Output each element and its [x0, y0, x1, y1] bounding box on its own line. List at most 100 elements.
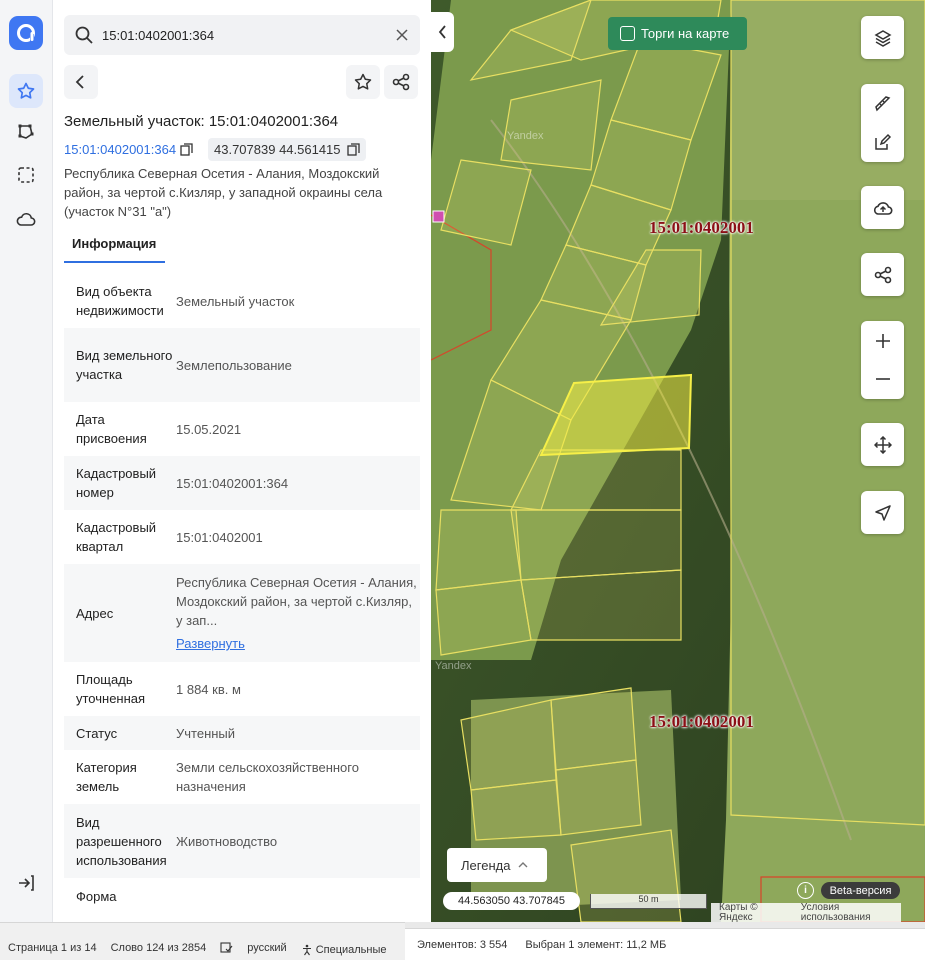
row-key: Форма: [76, 888, 117, 904]
table-row: Форма: [64, 878, 420, 914]
object-address: Республика Северная Осетия - Алания, Моз…: [64, 166, 383, 219]
elements-count: Элементов: 3 554: [417, 938, 508, 951]
language-indicator[interactable]: русский: [247, 942, 286, 957]
table-row: Категория земель Земли сельскохозяйствен…: [64, 750, 420, 804]
cloud-upload-icon: [873, 201, 892, 215]
locate-button[interactable]: [861, 491, 904, 534]
ruler-button[interactable]: [861, 84, 904, 124]
table-row: Адрес Республика Северная Осетия - Алани…: [64, 564, 420, 662]
selection-info: Выбран 1 элемент: 11,2 МБ: [525, 938, 667, 951]
chevron-up-icon: [518, 862, 528, 868]
word-counter[interactable]: Слово 124 из 2854: [111, 942, 207, 957]
logout-icon: [19, 875, 34, 891]
spellcheck-icon[interactable]: [220, 942, 233, 957]
yandex-watermark: Yandex: [507, 130, 544, 142]
ruler-icon: [874, 96, 890, 112]
copy-icon[interactable]: [346, 143, 360, 156]
app-logo-icon[interactable]: [9, 16, 43, 50]
left-rail: [0, 0, 53, 922]
address-value: Республика Северная Осетия - Алания, Моз…: [176, 575, 417, 628]
row-value: Республика Северная Осетия - Алания, Моз…: [176, 573, 420, 653]
row-value: 15:01:0402001:364: [176, 475, 289, 491]
row-value: Учтенный: [176, 725, 236, 741]
map-view[interactable]: Торги на карте 15:01:0402001 15:01:04020…: [431, 0, 925, 922]
row-key: Площадь уточненная: [76, 672, 146, 706]
search-input[interactable]: [102, 21, 382, 49]
layers-button[interactable]: [861, 16, 904, 59]
favorite-toggle-button[interactable]: [346, 65, 380, 99]
expand-link[interactable]: Развернуть: [176, 634, 420, 653]
layers-icon: [873, 29, 892, 47]
row-key: Вид земельного участка: [76, 348, 173, 382]
minus-icon: [875, 378, 890, 380]
edit-icon: [874, 133, 891, 150]
satellite-map[interactable]: [431, 0, 925, 922]
map-share-button[interactable]: [861, 253, 904, 296]
coordinates-chip[interactable]: 43.707839 44.561415: [208, 138, 366, 161]
share-button[interactable]: [384, 65, 418, 99]
location-arrow-icon: [874, 504, 891, 521]
row-key: Вид объекта недвижимости: [76, 284, 164, 318]
back-button[interactable]: [64, 65, 98, 99]
auctions-label: Торги на карте: [641, 26, 730, 41]
table-row: Площадь уточненная 1 884 кв. м: [64, 662, 420, 716]
close-icon: [396, 29, 408, 41]
accessibility-icon: [302, 944, 311, 955]
table-row: Статус Учтенный: [64, 716, 420, 750]
zoom-out-button[interactable]: [861, 361, 904, 397]
cloud-button[interactable]: [9, 202, 43, 236]
polygon-icon: [18, 124, 34, 139]
collapse-panel-button[interactable]: [431, 12, 454, 52]
yandex-copyright[interactable]: Карты © Яндекс: [719, 903, 787, 922]
copy-icon[interactable]: [180, 143, 193, 156]
row-value: 15.05.2021: [176, 421, 242, 437]
plus-icon: [875, 334, 890, 348]
cadastral-number[interactable]: 15:01:0402001:364: [64, 142, 176, 157]
cloud-icon: [16, 212, 36, 226]
edit-button[interactable]: [861, 124, 904, 160]
row-value: 15:01:0402001: [176, 529, 263, 545]
explorer-status-bar: Элементов: 3 554 Выбран 1 элемент: 11,2 …: [405, 928, 925, 960]
star-icon: [17, 82, 35, 99]
table-row: Кадастровый номер 15:01:0402001:364: [64, 456, 420, 510]
logout-button[interactable]: [9, 866, 43, 900]
document-status-bar: Страница 1 из 14 Слово 124 из 2854 русск…: [0, 922, 405, 960]
coordinates-value: 43.707839 44.561415: [214, 142, 341, 157]
info-table: Вид объекта недвижимости Земельный участ…: [64, 274, 420, 914]
auctions-checkbox[interactable]: [620, 26, 635, 41]
draw-polygon-button[interactable]: [9, 115, 43, 149]
move-icon: [873, 435, 892, 454]
row-key: Кадастровый квартал: [76, 520, 157, 554]
info-icon[interactable]: i: [797, 882, 814, 899]
favorites-button[interactable]: [9, 74, 43, 108]
row-key: Вид разрешенного использования: [76, 814, 167, 868]
star-icon: [354, 73, 372, 90]
share-icon: [874, 266, 891, 283]
row-key: Категория земель: [76, 760, 137, 794]
clear-search-button[interactable]: [392, 25, 412, 45]
zoom-controls: [861, 321, 904, 399]
upload-button[interactable]: [861, 186, 904, 229]
share-icon: [392, 73, 410, 91]
accessibility-indicator[interactable]: Специальные: [301, 942, 387, 957]
row-key: Кадастровый номер: [76, 466, 157, 500]
tab-info[interactable]: Информация: [64, 232, 165, 263]
row-key: Адрес: [76, 605, 114, 621]
chevron-left-icon: [438, 25, 446, 39]
pan-button[interactable]: [861, 423, 904, 466]
object-title: Земельный участок: 15:01:0402001:364: [64, 113, 339, 130]
row-value: 1 884 кв. м: [176, 681, 241, 697]
page-counter[interactable]: Страница 1 из 14: [8, 942, 97, 957]
legend-label: Легенда: [461, 857, 511, 873]
area-select-button[interactable]: [9, 158, 43, 192]
scale-bar: 50 m: [590, 894, 707, 909]
legend-button[interactable]: Легенда: [447, 848, 547, 882]
cadastral-number-link[interactable]: 15:01:0402001:364: [64, 142, 193, 157]
quarter-label: 15:01:0402001: [649, 218, 754, 237]
zoom-in-button[interactable]: [861, 321, 904, 361]
auctions-toggle[interactable]: Торги на карте: [608, 17, 747, 50]
row-value: Земельный участок: [176, 293, 295, 309]
map-footer-links: Карты © Яндекс Условия использования: [711, 903, 901, 922]
cursor-coordinates: 44.563050 43.707845: [443, 892, 580, 910]
terms-link[interactable]: Условия использования: [801, 903, 901, 922]
